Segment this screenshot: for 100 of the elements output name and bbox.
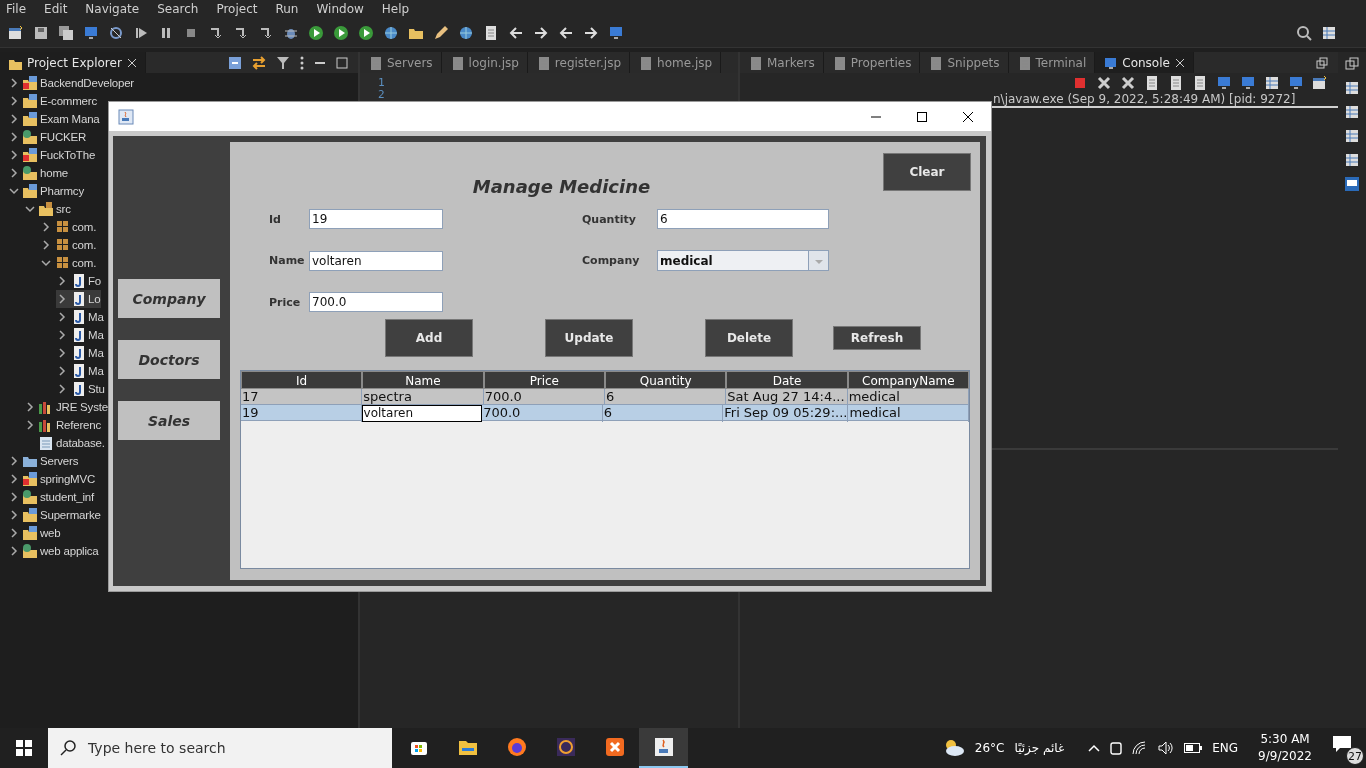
remove-all-icon[interactable] — [1120, 75, 1136, 91]
action-button[interactable]: Add — [385, 319, 473, 357]
search-icon[interactable] — [1296, 24, 1312, 41]
chevron-right-icon[interactable] — [8, 509, 20, 521]
column-header[interactable]: Id — [241, 371, 363, 389]
document-icon[interactable] — [1144, 75, 1160, 91]
save-icon[interactable] — [33, 24, 49, 41]
menu-item[interactable]: Run — [275, 2, 299, 16]
menu-item[interactable]: Help — [381, 2, 410, 16]
language-indicator[interactable]: ENG — [1212, 741, 1239, 755]
menu-item[interactable]: Search — [157, 2, 199, 16]
menu-item[interactable]: Project — [216, 2, 258, 16]
tree-item[interactable]: springMVC — [8, 470, 97, 488]
tree-item[interactable]: com. — [40, 254, 98, 272]
tree-item[interactable]: Referenc — [24, 416, 103, 434]
collapse-icon[interactable] — [228, 55, 242, 70]
monitor-icon[interactable] — [1240, 75, 1256, 91]
tree-item[interactable]: Exam Mana — [8, 110, 101, 128]
save-all-icon[interactable] — [58, 24, 74, 41]
tab[interactable]: Console — [1095, 52, 1194, 73]
more-icon[interactable] — [300, 55, 304, 70]
run-icon[interactable] — [358, 24, 374, 41]
company-dropdown[interactable]: medical — [657, 250, 829, 271]
chevron-right-icon[interactable] — [40, 239, 52, 251]
monitor-icon[interactable] — [83, 24, 99, 41]
tree-item[interactable]: Pharmcy — [8, 182, 85, 200]
arrow-left-icon[interactable] — [558, 24, 574, 41]
tree-item[interactable]: Lo — [56, 290, 102, 308]
input-field[interactable]: 6 — [657, 209, 829, 229]
tab[interactable]: home.jsp — [630, 52, 722, 73]
input-field[interactable]: 19 — [309, 209, 443, 229]
chevron-right-icon[interactable] — [8, 455, 20, 467]
tree-item[interactable]: FuckToThe — [8, 146, 97, 164]
chevron-right-icon[interactable] — [8, 77, 20, 89]
notification-icon[interactable] — [1332, 735, 1352, 753]
restore-icon[interactable] — [1344, 56, 1360, 72]
tree-item[interactable]: Ma — [56, 362, 105, 380]
globe-icon[interactable] — [458, 24, 474, 41]
action-button[interactable]: Update — [545, 319, 633, 357]
chevron-right-icon[interactable] — [56, 329, 68, 341]
tab[interactable]: Properties — [823, 52, 921, 73]
document-icon[interactable] — [1192, 75, 1208, 91]
filter-icon[interactable] — [276, 55, 290, 70]
chevron-right-icon[interactable] — [24, 401, 36, 413]
tab[interactable]: Markers — [740, 52, 824, 73]
tab[interactable]: Servers — [360, 52, 442, 73]
view-tab[interactable]: Project Explorer — [0, 52, 146, 73]
target-icon[interactable] — [108, 24, 124, 41]
run-icon[interactable] — [333, 24, 349, 41]
table-row[interactable]: 17 spectra 700.0 6 Sat Aug 27 14:4... medical — [241, 389, 969, 405]
chevron-right-icon[interactable] — [40, 221, 52, 233]
tree-item[interactable]: JRE Syste — [24, 398, 109, 416]
tree-item[interactable]: E-commerc — [8, 92, 98, 110]
restore-icon[interactable] — [1316, 56, 1328, 69]
new-console-icon[interactable] — [1312, 75, 1328, 91]
nav-button[interactable]: Company — [118, 279, 220, 318]
chevron-right-icon[interactable] — [56, 347, 68, 359]
input-field[interactable]: voltaren — [309, 250, 443, 271]
tab[interactable]: login.jsp — [441, 52, 528, 73]
weather-text[interactable]: غائم جزئيًا — [1014, 741, 1065, 755]
action-button[interactable]: Refresh — [833, 326, 921, 350]
chevron-right-icon[interactable] — [8, 491, 20, 503]
speaker-icon[interactable] — [1158, 741, 1175, 755]
chevron-right-icon[interactable] — [8, 545, 20, 557]
nav-button[interactable]: Sales — [118, 401, 220, 440]
taskbar-app[interactable] — [639, 728, 688, 768]
chevron-right-icon[interactable] — [8, 149, 20, 161]
column-header[interactable]: Name — [362, 371, 484, 389]
menu-item[interactable]: Edit — [44, 2, 68, 16]
tab[interactable]: Snippets — [920, 52, 1009, 73]
column-header[interactable]: CompanyName — [847, 371, 969, 389]
monitor-icon[interactable] — [1216, 75, 1232, 91]
terminate-icon[interactable] — [1072, 75, 1088, 91]
chevron-right-icon[interactable] — [56, 275, 68, 287]
column-header[interactable]: Price — [483, 371, 605, 389]
tree-item[interactable]: Ma — [56, 308, 105, 326]
tree-item[interactable]: Fo — [56, 272, 103, 290]
chevron-right-icon[interactable] — [8, 527, 20, 539]
tree-item[interactable]: web applica — [8, 542, 100, 560]
chevron-right-icon[interactable] — [56, 383, 68, 395]
search-field[interactable]: Type here to search — [48, 728, 392, 768]
tree-item[interactable]: src — [24, 200, 72, 218]
input-field[interactable]: 700.0 — [309, 292, 443, 312]
chevron-down-icon[interactable] — [24, 203, 36, 215]
chevron-down-icon[interactable] — [40, 257, 52, 269]
arrow-right-icon[interactable] — [533, 24, 549, 41]
globe-icon[interactable] — [383, 24, 399, 41]
tree-item[interactable]: FUCKER — [8, 128, 88, 146]
tree-item[interactable]: Stu — [56, 380, 106, 398]
column-header[interactable]: Quantity — [605, 371, 727, 389]
remove-icon[interactable] — [1096, 75, 1112, 91]
clock-time[interactable]: 5:30 AM — [1260, 731, 1310, 748]
clock-date[interactable]: 9/9/2022 — [1258, 748, 1312, 765]
new-file-icon[interactable] — [8, 24, 24, 41]
chevron-right-icon[interactable] — [8, 167, 20, 179]
tree-item[interactable]: Servers — [8, 452, 80, 470]
run-icon[interactable] — [308, 24, 324, 41]
pencil-icon[interactable] — [433, 24, 449, 41]
menu-item[interactable]: File — [6, 2, 27, 16]
tree-item[interactable]: Ma — [56, 344, 105, 362]
